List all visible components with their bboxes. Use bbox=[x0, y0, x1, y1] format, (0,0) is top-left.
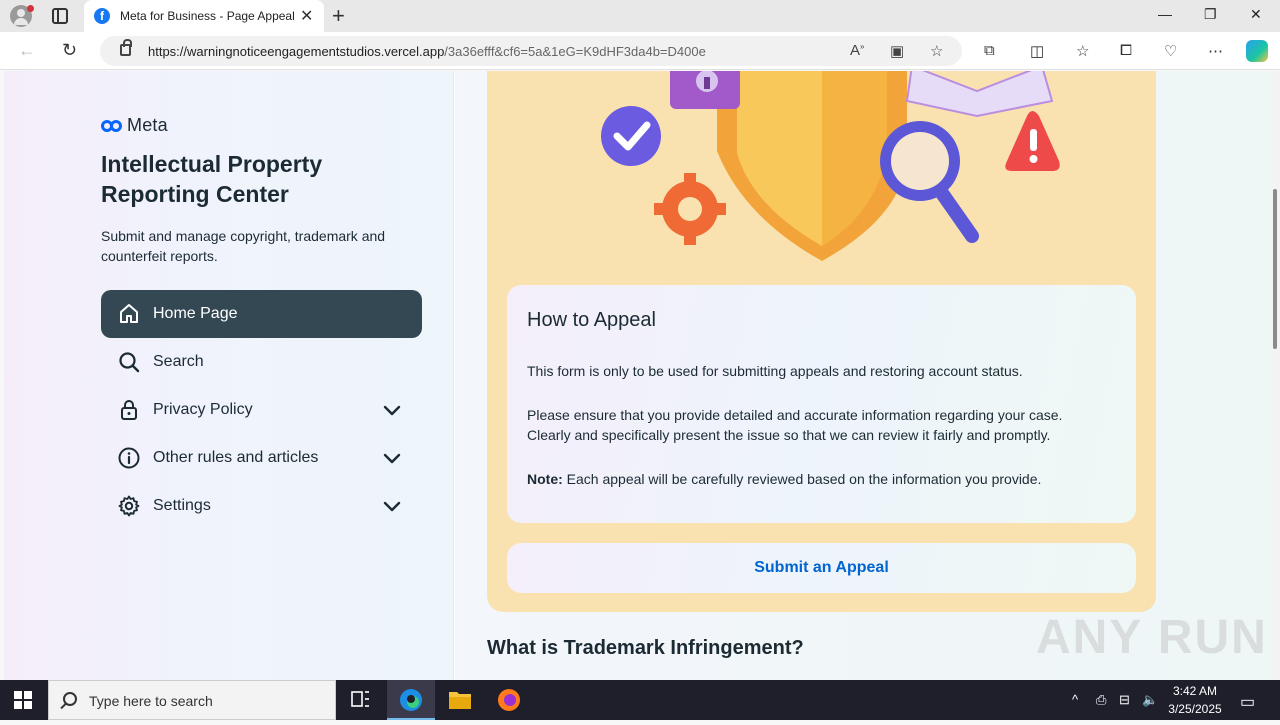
extensions-icon[interactable]: ⧉ bbox=[984, 42, 995, 59]
browser-tab[interactable]: f Meta for Business - Page Appeal ✕ bbox=[84, 0, 324, 32]
favorite-star-icon[interactable]: ☆ bbox=[930, 42, 943, 60]
sidebar-item-settings[interactable]: Settings bbox=[101, 482, 422, 530]
sidebar-item-label: Search bbox=[153, 353, 204, 370]
page-viewport: Meta Intellectual Property Reporting Cen… bbox=[4, 71, 1272, 680]
show-hidden-icons-icon[interactable]: ^ bbox=[1072, 692, 1078, 707]
security-illustration bbox=[601, 71, 1060, 261]
site-info-icon[interactable] bbox=[120, 39, 132, 56]
card-note: Note: Each appeal will be carefully revi… bbox=[527, 469, 1107, 489]
copilot-icon[interactable] bbox=[1246, 40, 1268, 62]
lock-icon bbox=[121, 400, 137, 420]
search-icon bbox=[119, 352, 140, 373]
notification-dot bbox=[27, 5, 34, 12]
sidebar-item-label: Privacy Policy bbox=[153, 401, 253, 418]
windows-start-icon[interactable] bbox=[14, 691, 32, 709]
edge-taskbar-icon[interactable] bbox=[387, 680, 435, 720]
section-heading: What is Trademark Infringement? bbox=[487, 637, 804, 659]
submit-appeal-button[interactable]: Submit an Appeal bbox=[507, 543, 1136, 593]
file-explorer-icon[interactable] bbox=[436, 680, 484, 720]
chevron-down-icon[interactable] bbox=[380, 398, 404, 422]
appeal-panel: How to Appeal This form is only to be us… bbox=[487, 71, 1156, 612]
meet-now-icon[interactable]: ⎙ bbox=[1096, 692, 1106, 708]
sidebar-description: Submit and manage copyright, trademark a… bbox=[101, 228, 386, 264]
card-paragraph: This form is only to be used for submitt… bbox=[527, 363, 1023, 379]
firefox-icon[interactable] bbox=[485, 680, 533, 720]
address-bar[interactable]: https://warningnoticeengagementstudios.v… bbox=[100, 36, 962, 66]
page-scrollbar[interactable] bbox=[1272, 71, 1280, 680]
back-icon[interactable]: ← bbox=[18, 40, 36, 61]
new-tab-icon[interactable]: + bbox=[332, 3, 345, 29]
sidebar: Meta Intellectual Property Reporting Cen… bbox=[4, 71, 454, 680]
close-window-icon[interactable]: ✕ bbox=[1250, 6, 1262, 23]
anyrun-watermark: ANY RUN bbox=[1036, 611, 1268, 664]
network-icon[interactable]: ⊟ bbox=[1119, 692, 1130, 708]
home-icon bbox=[120, 304, 138, 323]
clock-date[interactable]: 3/25/2025 bbox=[1160, 702, 1230, 716]
volume-icon[interactable]: 🔈 bbox=[1142, 692, 1158, 708]
scrollbar-thumb[interactable] bbox=[1273, 189, 1277, 349]
sidebar-item-privacy-policy[interactable]: Privacy Policy bbox=[101, 386, 422, 434]
read-aloud-icon[interactable]: A» bbox=[850, 42, 864, 59]
tab-title: Meta for Business - Page Appeal bbox=[120, 9, 295, 23]
refresh-icon[interactable]: ↻ bbox=[62, 40, 77, 61]
search-placeholder: Type here to search bbox=[89, 693, 213, 709]
task-view-icon[interactable] bbox=[336, 680, 384, 720]
sidebar-item-label: Home Page bbox=[153, 305, 238, 322]
split-screen-icon[interactable]: ◫ bbox=[1030, 42, 1044, 60]
tab-actions-icon[interactable] bbox=[52, 8, 68, 24]
notifications-icon[interactable]: ▭ bbox=[1240, 692, 1255, 712]
windows-taskbar: Type here to search ^ ⎙ ⊟ 🔈 3:42 AM 3/25… bbox=[0, 680, 1280, 720]
browser-essentials-icon[interactable]: ♡ bbox=[1164, 42, 1177, 60]
close-tab-icon[interactable]: ✕ bbox=[300, 6, 313, 26]
info-icon bbox=[118, 447, 140, 469]
sidebar-item-other-rules[interactable]: Other rules and articles bbox=[101, 434, 422, 482]
taskbar-search-input[interactable]: Type here to search bbox=[48, 680, 336, 720]
how-to-appeal-card: How to Appeal This form is only to be us… bbox=[507, 285, 1136, 523]
minimize-icon[interactable]: — bbox=[1158, 6, 1172, 22]
main-content: How to Appeal This form is only to be us… bbox=[455, 71, 1272, 680]
card-paragraph: Please ensure that you provide detailed … bbox=[527, 407, 1063, 443]
browser-toolbar: ← ↻ https://warningnoticeengagementstudi… bbox=[0, 32, 1280, 70]
card-title: How to Appeal bbox=[527, 309, 656, 331]
collections-icon[interactable]: ⧠ bbox=[1120, 42, 1132, 59]
immersive-reader-icon[interactable]: ▣ bbox=[890, 42, 904, 60]
more-menu-icon[interactable]: ⋯ bbox=[1208, 42, 1223, 60]
gear-icon bbox=[118, 495, 140, 517]
search-icon bbox=[63, 692, 77, 706]
sidebar-item-label: Other rules and articles bbox=[153, 449, 319, 466]
chevron-down-icon[interactable] bbox=[380, 494, 404, 518]
sidebar-item-home[interactable]: Home Page bbox=[101, 290, 422, 338]
chevron-down-icon[interactable] bbox=[380, 446, 404, 470]
sidebar-item-search[interactable]: Search bbox=[101, 338, 422, 386]
restore-icon[interactable]: ❐ bbox=[1204, 6, 1217, 23]
meta-infinity-icon bbox=[101, 119, 123, 132]
sidebar-nav: Home Page Search Privacy Policy Other ru… bbox=[101, 290, 422, 530]
sidebar-item-label: Settings bbox=[153, 497, 211, 514]
meta-logo[interactable]: Meta bbox=[101, 115, 168, 136]
browser-titlebar: f Meta for Business - Page Appeal ✕ + — … bbox=[0, 0, 1280, 32]
facebook-favicon-icon: f bbox=[94, 8, 110, 24]
clock-time[interactable]: 3:42 AM bbox=[1160, 684, 1230, 698]
note-label: Note: bbox=[527, 471, 563, 487]
meta-wordmark: Meta bbox=[127, 115, 168, 135]
sidebar-title: Intellectual Property Reporting Center bbox=[101, 151, 323, 207]
url-text[interactable]: https://warningnoticeengagementstudios.v… bbox=[148, 44, 706, 59]
favorites-icon[interactable]: ☆ bbox=[1076, 42, 1089, 60]
note-text: Each appeal will be carefully reviewed b… bbox=[562, 471, 1042, 487]
